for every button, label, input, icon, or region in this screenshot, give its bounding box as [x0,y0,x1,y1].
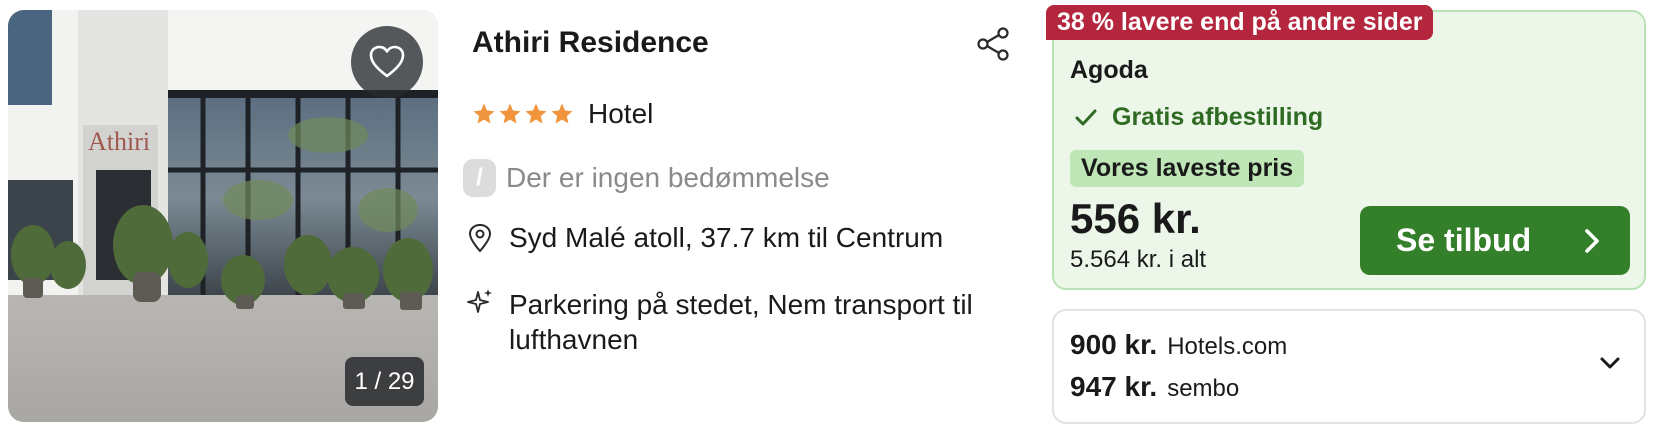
view-deal-label: Se tilbud [1396,222,1532,258]
location-pin-icon [468,223,492,253]
offer-site: Hotels.com [1167,333,1288,360]
savings-ribbon: 38 % lavere end på andre sider [1046,5,1434,40]
rating-badge: / [463,159,496,197]
location-row[interactable]: Syd Malé atoll, 37.7 km til Centrum [467,222,943,254]
review-rating-row: / Der er ingen bedømmelse [463,159,830,197]
deal-total-price: 5.564 kr. i alt [1070,246,1207,273]
building-sign-text: Athiri [88,127,150,156]
favorite-button[interactable] [351,26,423,98]
star-icon [525,103,547,124]
star-icon [473,103,495,124]
star-rating-row: Hotel [472,98,653,130]
property-type: Hotel [588,98,654,129]
view-deal-button[interactable]: Se tilbud [1360,206,1630,275]
hotel-name[interactable]: Athiri Residence [472,26,709,60]
location-text: Syd Malé atoll, 37.7 km til Centrum [509,222,944,253]
star-icon [551,103,573,124]
other-offers-card[interactable] [1052,309,1646,424]
rating-text: Der er ingen bedømmelse [506,162,830,193]
checkmark-icon [1075,109,1097,125]
star-icon [499,103,521,124]
amenities-row: Parkering på stedet, Nem transport til l… [467,287,1029,357]
offer-site: sembo [1167,375,1240,402]
free-cancellation: Gratis afbestilling [1074,103,1323,132]
offer-row: 947 kr. sembo [1070,371,1239,403]
photo-counter: 1 / 29 [345,357,424,406]
chevron-right-icon [1585,228,1599,253]
offer-price: 947 kr. [1070,371,1158,402]
offer-row: 900 kr. Hotels.com [1070,329,1287,361]
chevron-down-icon[interactable] [1599,355,1621,371]
cancellation-text: Gratis afbestilling [1112,103,1324,131]
deal-price: 556 kr. [1070,195,1201,242]
amenities-text: Parkering på stedet, Nem transport til l… [509,289,973,355]
share-icon[interactable] [976,26,1010,62]
hotel-photo[interactable]: Athiri 1 / 29 [8,10,438,422]
deal-provider: Agoda [1070,56,1148,84]
lowest-price-badge: Vores laveste pris [1070,150,1305,187]
star-rating [472,102,574,126]
heart-icon [369,45,405,78]
offer-price: 900 kr. [1070,329,1158,360]
sparkle-icon [467,289,492,313]
